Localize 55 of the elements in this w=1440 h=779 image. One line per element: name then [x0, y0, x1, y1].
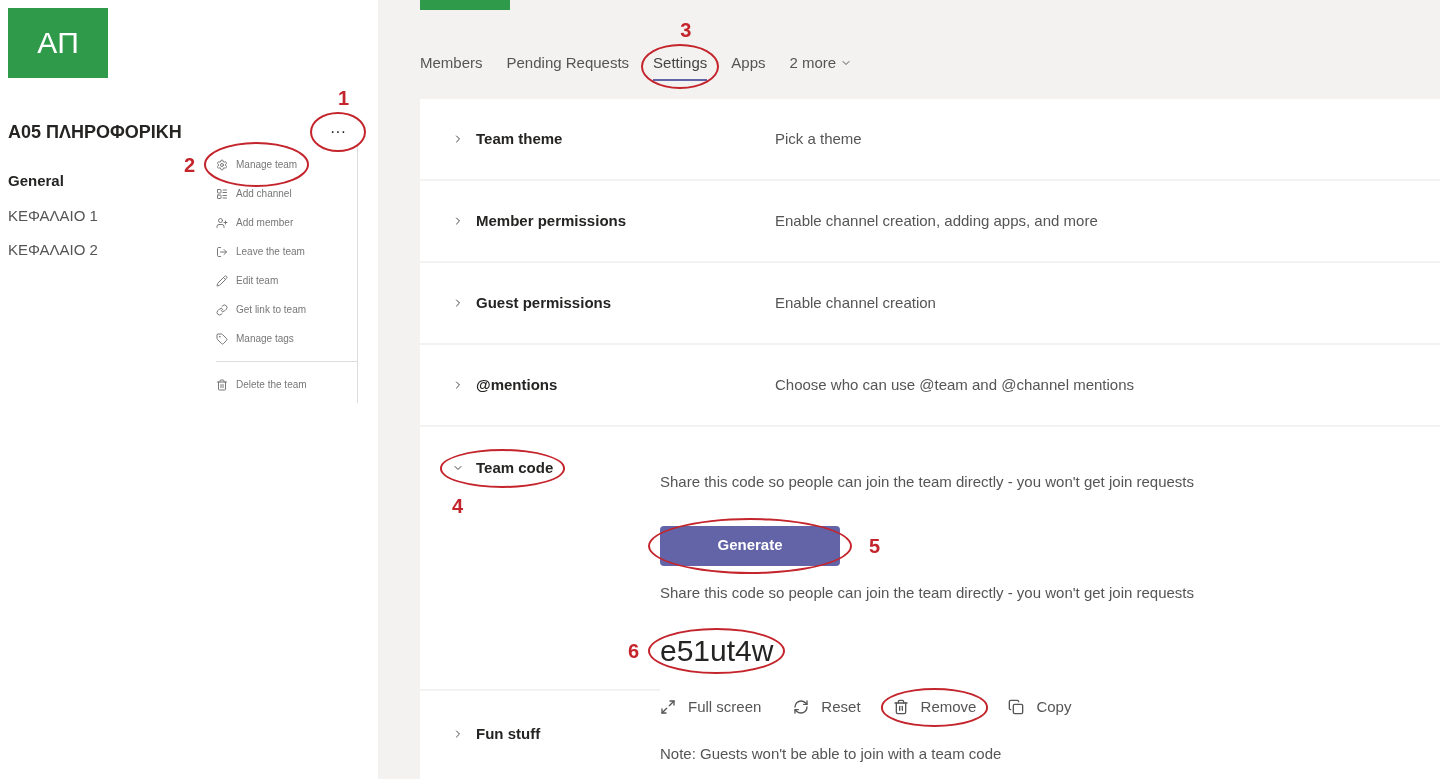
tab[interactable]: 2 more — [789, 52, 853, 81]
menu-item[interactable]: Edit team — [216, 266, 279, 295]
callout-number: 3 — [680, 18, 692, 44]
setting-title: Team theme — [476, 128, 563, 149]
more-options-button[interactable]: ··· — [322, 120, 354, 144]
setting-title: Member permissions — [476, 210, 627, 231]
setting-description: Enable channel creation — [775, 292, 936, 313]
menu-item[interactable]: Manage tags — [216, 324, 294, 353]
menu-item[interactable]: Delete the team — [216, 370, 307, 399]
generate-button[interactable]: Generate — [660, 525, 840, 566]
setting-title: Team code — [476, 458, 554, 478]
menu-item[interactable]: Add member — [216, 208, 294, 237]
callout-number: 6 — [628, 639, 640, 664]
setting-description: Enable channel creation, adding apps, and more — [775, 210, 1098, 231]
action-button[interactable]: Full screen — [660, 696, 762, 719]
menu-item[interactable]: Leave the team — [216, 237, 305, 266]
menu-item[interactable]: Manage team — [216, 150, 298, 179]
pencil-icon — [216, 274, 228, 287]
team-logo: ΑΠ — [8, 8, 108, 78]
channel-item[interactable]: ΚΕΦΑΛΑΙΟ 2 — [8, 239, 208, 262]
refresh-icon — [793, 699, 810, 716]
menu-item[interactable]: Get link to team — [216, 295, 307, 324]
tab[interactable]: Apps — [731, 52, 766, 81]
tab[interactable]: Settings — [653, 52, 708, 81]
exit-icon — [216, 245, 228, 258]
copy-icon — [1008, 699, 1025, 716]
setting-title: Fun stuff — [476, 724, 541, 744]
callout-number: 2 — [184, 152, 196, 178]
user-plus-icon — [216, 216, 228, 229]
setting-description: Share this code so people can join the team directly - you won't get join requests — [660, 582, 1195, 603]
team-code: e51ut4w — [660, 636, 774, 666]
gear-icon — [216, 158, 228, 171]
callout-number: 4 — [452, 493, 464, 519]
team-name: Α05 ΠΛΗΡΟΦΟΡΙΚΗ — [8, 121, 183, 144]
tab[interactable]: Members — [420, 52, 483, 81]
trash-icon — [216, 378, 228, 391]
action-button[interactable]: Remove — [892, 696, 977, 719]
callout-number: 5 — [868, 533, 880, 559]
list-icon — [216, 187, 228, 200]
expand-icon — [660, 699, 676, 716]
note-text: Note: Guests won't be able to join with a team code — [660, 743, 1003, 764]
setting-title: @mentions — [476, 374, 558, 395]
setting-description: Share this code so people can join the team directly - you won't get join requests — [660, 472, 1195, 492]
action-button[interactable]: Copy — [1008, 696, 1072, 719]
callout-number: 1 — [338, 86, 350, 111]
action-button[interactable]: Reset — [793, 696, 861, 719]
setting-title: Guest permissions — [476, 292, 612, 313]
setting-description: Choose who can use @team and @channel mentions — [775, 374, 1134, 395]
channel-item[interactable]: ΚΕΦΑΛΑΙΟ 1 — [8, 204, 208, 227]
tag-icon — [216, 332, 228, 345]
trash-icon — [892, 699, 909, 716]
tab[interactable]: Pending Requests — [506, 52, 630, 81]
menu-item[interactable]: Add channel — [216, 179, 292, 208]
link-icon — [216, 303, 228, 316]
setting-description: Pick a theme — [775, 128, 862, 149]
